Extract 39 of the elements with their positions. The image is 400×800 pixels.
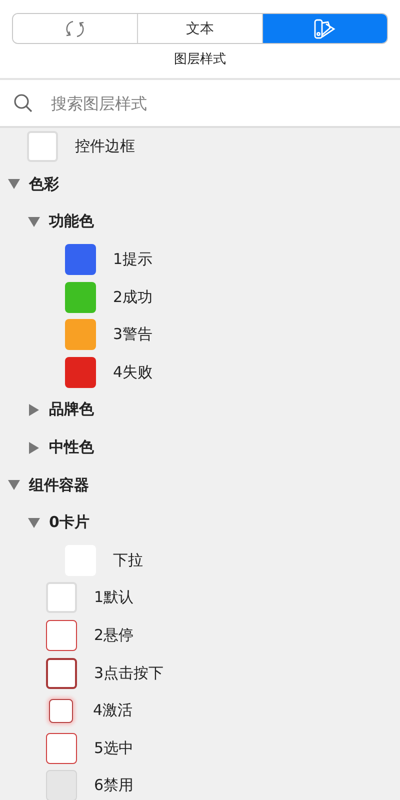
style-swatch[interactable] xyxy=(65,244,96,276)
search-input[interactable]: 搜索图层样式 xyxy=(49,92,387,114)
group-label[interactable]: 功能色 xyxy=(49,212,94,232)
style-label: 3警告 xyxy=(113,325,153,344)
panel-title: 图层样式 xyxy=(174,51,226,68)
icon-tab[interactable] xyxy=(262,14,387,43)
style-swatch[interactable] xyxy=(46,658,77,689)
group-label[interactable]: 组件容器 xyxy=(29,476,89,495)
collapse-triangle-icon[interactable] xyxy=(8,178,20,190)
style-label: 2悬停 xyxy=(94,626,134,646)
style-label: 控件边框 xyxy=(75,137,135,156)
search-field[interactable]: 搜索图层样式 xyxy=(0,78,400,128)
collapse-triangle-icon[interactable] xyxy=(8,479,20,492)
search-icon xyxy=(13,93,33,113)
style-swatch[interactable] xyxy=(49,698,73,723)
style-label: 2成功 xyxy=(113,288,153,307)
group-label[interactable]: 中性色 xyxy=(49,438,94,458)
group-label[interactable]: 品牌色 xyxy=(49,400,94,420)
sync-icon xyxy=(64,18,86,38)
group-label[interactable]: 色彩 xyxy=(29,174,59,194)
style-label: 4激活 xyxy=(93,701,133,720)
style-label: 5选中 xyxy=(94,738,134,758)
style-label: 4失败 xyxy=(113,362,153,382)
group-label[interactable]: 0卡片 xyxy=(49,513,90,532)
style-label: 1提示 xyxy=(113,250,153,270)
expand-triangle-icon[interactable] xyxy=(28,404,40,416)
style-label: 1默认 xyxy=(94,588,134,608)
style-label: 下拉 xyxy=(113,550,143,570)
collapse-triangle-icon[interactable] xyxy=(28,216,40,228)
expand-triangle-icon[interactable] xyxy=(28,442,40,454)
style-label: 3点击按下 xyxy=(94,664,164,683)
style-label: 6禁用 xyxy=(94,776,134,796)
collapse-triangle-icon[interactable] xyxy=(28,516,40,529)
style-swatch[interactable] xyxy=(65,356,96,388)
style-swatch[interactable] xyxy=(65,282,96,313)
style-swatch[interactable] xyxy=(46,732,77,764)
style-swatch[interactable] xyxy=(65,319,96,350)
style-swatch[interactable] xyxy=(46,620,77,652)
swatch-book-icon xyxy=(313,18,337,40)
